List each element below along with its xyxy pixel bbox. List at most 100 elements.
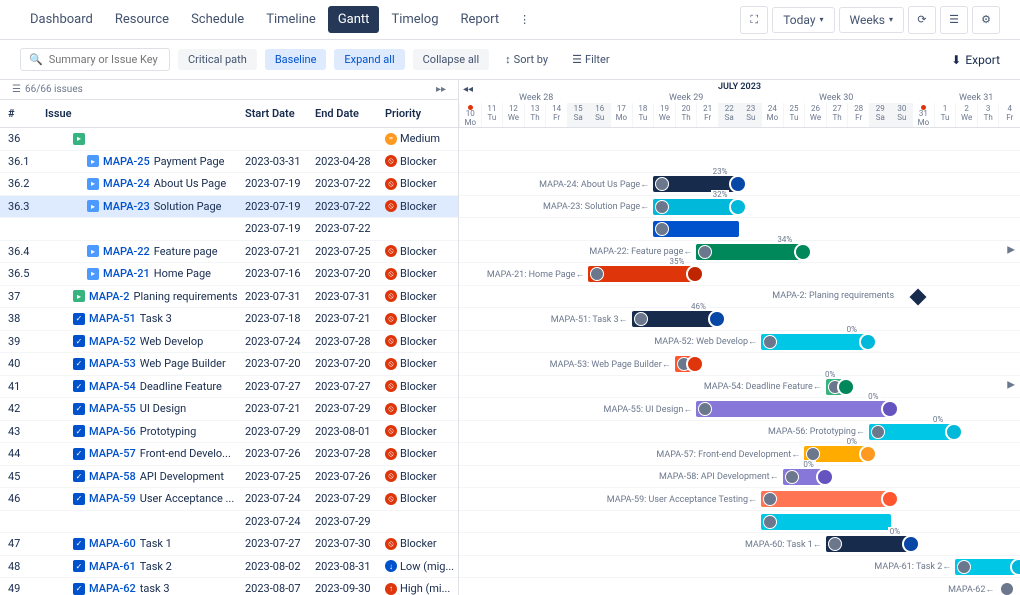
fullscreen-icon[interactable]: ⛶	[740, 6, 768, 34]
search-input[interactable]: 🔍	[20, 48, 170, 71]
bar-end-marker[interactable]	[945, 423, 963, 441]
gear-icon[interactable]: ⚙	[972, 6, 1000, 34]
table-row[interactable]: 47✓MAPA-60Task 12023-07-272023-07-30⦸Blo…	[0, 533, 458, 556]
assignee-avatar[interactable]	[698, 402, 712, 416]
assignee-avatar[interactable]	[785, 470, 799, 484]
col-start[interactable]: Start Date	[245, 107, 315, 120]
expand-all-button[interactable]: Expand all	[334, 49, 404, 70]
critical-path-button[interactable]: Critical path	[178, 49, 257, 70]
table-row[interactable]: 2023-07-192023-07-22	[0, 218, 458, 241]
collapse-pane-icon[interactable]: ▸▸	[436, 84, 446, 95]
table-row[interactable]: 48✓MAPA-61Task 22023-08-022023-08-31↓Low…	[0, 556, 458, 579]
issue-key[interactable]: MAPA-61	[89, 560, 136, 573]
gantt-row[interactable]	[459, 511, 1020, 534]
gantt-row[interactable]	[459, 353, 1020, 376]
gantt-bar[interactable]: MAPA-58: API Development←0%	[783, 469, 826, 485]
collapse-all-button[interactable]: Collapse all	[413, 49, 490, 70]
issue-key[interactable]: MAPA-21	[103, 267, 150, 280]
assignee-avatar[interactable]	[763, 492, 777, 506]
bar-end-marker[interactable]	[794, 243, 812, 261]
assignee-avatar[interactable]	[590, 267, 604, 281]
bar-end-marker[interactable]	[881, 400, 899, 418]
gantt-bar[interactable]: MAPA-23: Solution Page←32%	[653, 199, 739, 215]
scroll-right-icon[interactable]: ▶	[1007, 380, 1015, 391]
table-row[interactable]: 40✓MAPA-53Web Page Builder2023-07-202023…	[0, 353, 458, 376]
bar-end-marker[interactable]	[902, 535, 920, 553]
gantt-bar[interactable]: MAPA-55: UI Design←0%	[696, 401, 890, 417]
bar-end-marker[interactable]	[859, 333, 877, 351]
baseline-button[interactable]: Baseline	[265, 49, 327, 70]
bar-end-marker[interactable]	[837, 378, 855, 396]
assignee-avatar[interactable]	[655, 222, 669, 236]
table-row[interactable]: 49✓MAPA-62task 32023-08-072023-09-30↑Hig…	[0, 578, 458, 595]
assignee-avatar[interactable]	[655, 177, 669, 191]
gantt-bar[interactable]: MAPA-51: Task 3←46%	[632, 311, 718, 327]
gantt-row[interactable]	[459, 286, 1020, 309]
issue-key[interactable]: MAPA-62	[89, 582, 136, 595]
issue-key[interactable]: MAPA-57	[89, 447, 136, 460]
issue-key[interactable]: MAPA-23	[103, 200, 150, 213]
gantt-bar[interactable]	[761, 514, 890, 530]
issue-key[interactable]: MAPA-60	[89, 537, 136, 550]
issue-key[interactable]: MAPA-56	[89, 425, 136, 438]
export-button[interactable]: ⬇Export	[951, 53, 1000, 67]
issue-key[interactable]: MAPA-24	[103, 177, 150, 190]
col-issue[interactable]: Issue	[45, 107, 245, 120]
col-end[interactable]: End Date	[315, 107, 385, 120]
table-row[interactable]: 36.1▸MAPA-25Payment Page2023-03-312023-0…	[0, 151, 458, 174]
table-row[interactable]: 37▸MAPA-2Planing requirements2023-07-312…	[0, 286, 458, 309]
assignee-avatar[interactable]	[698, 245, 712, 259]
gantt-row[interactable]	[459, 533, 1020, 556]
issue-key[interactable]: MAPA-52	[89, 335, 136, 348]
tab-report[interactable]: Report	[451, 6, 510, 33]
filter-button[interactable]: ☰Filter	[564, 49, 617, 70]
assignee-avatar[interactable]	[763, 335, 777, 349]
assignee-avatar[interactable]	[1000, 582, 1014, 595]
table-row[interactable]: 45✓MAPA-58API Development2023-07-252023-…	[0, 466, 458, 489]
more-menu-icon[interactable]: ⋮	[513, 9, 536, 30]
gantt-bar[interactable]: MAPA-54: Deadline Feature←0%	[826, 379, 848, 395]
issue-key[interactable]: MAPA-53	[89, 357, 136, 370]
gantt-bar[interactable]: MAPA-60: Task 1←0%	[826, 536, 912, 552]
issue-key[interactable]: MAPA-22	[103, 245, 150, 258]
zoom-unit-select[interactable]: Weeks▾	[839, 7, 904, 33]
tab-dashboard[interactable]: Dashboard	[20, 6, 103, 33]
assignee-avatar[interactable]	[957, 560, 971, 574]
issue-key[interactable]: MAPA-25	[103, 155, 150, 168]
table-row[interactable]: 44✓MAPA-57Front-end Develo...2023-07-262…	[0, 443, 458, 466]
table-row[interactable]: 43✓MAPA-56Prototyping2023-07-292023-08-0…	[0, 421, 458, 444]
bar-end-marker[interactable]	[859, 445, 877, 463]
assignee-avatar[interactable]	[828, 537, 842, 551]
tab-schedule[interactable]: Schedule	[181, 6, 254, 33]
table-row[interactable]: 42✓MAPA-55UI Design2023-07-212023-07-29⦸…	[0, 398, 458, 421]
gantt-row[interactable]	[459, 151, 1020, 174]
table-row[interactable]: 46✓MAPA-59User Acceptance ...2023-07-242…	[0, 488, 458, 511]
table-row[interactable]: 36.3▸MAPA-23Solution Page2023-07-192023-…	[0, 196, 458, 219]
bar-end-marker[interactable]	[708, 310, 726, 328]
gantt-bar[interactable]: MAPA-56: Prototyping←0%	[869, 424, 955, 440]
bar-end-marker[interactable]	[816, 468, 834, 486]
tab-resource[interactable]: Resource	[105, 6, 179, 33]
settings-sliders-icon[interactable]: ☰	[940, 6, 968, 34]
assignee-avatar[interactable]	[655, 200, 669, 214]
gantt-bar[interactable]: MAPA-52: Web Develop←0%	[761, 334, 869, 350]
issue-key[interactable]: MAPA-55	[89, 402, 136, 415]
bar-end-marker[interactable]	[881, 490, 899, 508]
gantt-bar[interactable]: MAPA-21: Home Page←35%	[588, 266, 696, 282]
assignee-avatar[interactable]	[763, 515, 777, 529]
table-row[interactable]: 2023-07-242023-07-29	[0, 511, 458, 534]
table-row[interactable]: 36.2▸MAPA-24About Us Page2023-07-192023-…	[0, 173, 458, 196]
issue-key[interactable]: MAPA-51	[89, 312, 136, 325]
issue-key[interactable]: MAPA-58	[89, 470, 136, 483]
issue-key[interactable]: MAPA-2	[89, 290, 130, 303]
table-row[interactable]: 38✓MAPA-51Task 32023-07-182023-07-21⦸Blo…	[0, 308, 458, 331]
today-button[interactable]: Today▾	[772, 7, 834, 33]
gantt-row[interactable]	[459, 128, 1020, 151]
table-row[interactable]: 36▸=Medium	[0, 128, 458, 151]
gantt-row[interactable]	[459, 578, 1020, 595]
gantt-bar[interactable]: MAPA-53: Web Page Builder←	[675, 356, 697, 372]
gantt-row[interactable]	[459, 218, 1020, 241]
tab-gantt[interactable]: Gantt	[328, 6, 380, 33]
sort-by-button[interactable]: ↕Sort by	[497, 49, 556, 70]
gantt-bar[interactable]: MAPA-22: Feature page←34%	[696, 244, 804, 260]
